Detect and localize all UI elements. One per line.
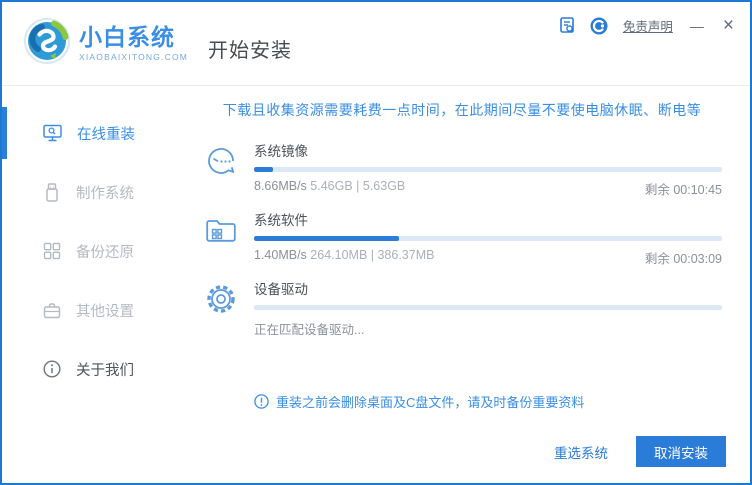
task-name: 系统软件 [254,209,722,229]
sidebar-item-label: 备份还原 [76,241,134,262]
task-stats: 1.40MB/s 264.10MB | 386.37MB [254,248,434,267]
sidebar-item-label: 关于我们 [76,359,134,380]
folder-apps-icon [202,209,239,267]
sidebar-item-other-settings[interactable]: 其他设置 [2,289,182,331]
close-button[interactable]: × [721,16,736,35]
page-title: 开始安装 [208,34,292,63]
task-system-image: 系统镜像 8.66MB/s 5.46GB | 5.63GB 剩余 00:10:4… [202,140,722,198]
sidebar-item-label: 制作系统 [76,182,134,203]
brand-domain: XIAOBAIXITONG.COM [79,52,188,62]
chat-face-icon [202,140,239,198]
footer-actions: 重选系统 取消安装 [554,436,726,467]
brand-name: 小白系统 [79,25,188,50]
usb-drive-icon [43,183,61,202]
task-system-software: 系统软件 1.40MB/s 264.10MB | 386.37MB 剩余 00:… [202,209,722,267]
progress-bar-system-image [254,167,722,172]
window-controls: 免责声明 — × [559,16,736,35]
task-remaining: 剩余 00:10:45 [645,179,722,198]
sidebar: 在线重装 制作系统 [2,86,182,483]
sidebar-item-backup-restore[interactable]: 备份还原 [2,230,182,272]
warning-text: 重装之前会删除桌面及C盘文件，请及时备份重要资料 [276,392,584,411]
gear-icon [202,278,239,338]
main-content: 下载且收集资源需要耗费一点时间，在此期间尽量不要使电脑休眠、断电等 系统 [182,86,750,483]
briefcase-icon [43,302,61,319]
header: 小白系统 XIAOBAIXITONG.COM 开始安装 [2,2,750,86]
progress-bar-system-software [254,236,722,241]
monitor-search-icon [43,124,62,142]
alert-circle-icon [254,394,269,409]
task-device-driver: 设备驱动 正在匹配设备驱动... [202,278,722,338]
task-name: 系统镜像 [254,140,722,160]
info-icon [43,360,61,378]
task-status: 正在匹配设备驱动... [254,319,722,338]
app-window: 小白系统 XIAOBAIXITONG.COM 开始安装 [0,0,752,485]
cancel-install-button[interactable]: 取消安装 [636,436,726,467]
minimize-button[interactable]: — [688,19,706,33]
customer-service-icon[interactable] [590,17,608,35]
bill-search-icon[interactable] [559,17,575,34]
app-logo: 小白系统 XIAOBAIXITONG.COM [24,18,188,69]
task-list: 系统镜像 8.66MB/s 5.46GB | 5.63GB 剩余 00:10:4… [202,140,722,338]
sidebar-item-label: 在线重装 [77,123,135,144]
progress-bar-device-driver [254,305,722,310]
task-stats: 8.66MB/s 5.46GB | 5.63GB [254,179,405,198]
warning-row: 重装之前会删除桌面及C盘文件，请及时备份重要资料 [254,392,722,411]
task-name: 设备驱动 [254,278,722,298]
sidebar-item-label: 其他设置 [76,300,134,321]
sidebar-item-online-reinstall[interactable]: 在线重装 [2,112,182,154]
grid-squares-icon [43,242,61,260]
sidebar-item-about-us[interactable]: 关于我们 [2,348,182,390]
sidebar-item-make-system[interactable]: 制作系统 [2,171,182,213]
disclaimer-link[interactable]: 免责声明 [623,16,673,35]
reselect-system-button[interactable]: 重选系统 [554,442,608,462]
logo-swirl-icon [24,18,70,69]
task-remaining: 剩余 00:03:09 [645,248,722,267]
notice-text: 下载且收集资源需要耗费一点时间，在此期间尽量不要使电脑休眠、断电等 [202,100,722,120]
